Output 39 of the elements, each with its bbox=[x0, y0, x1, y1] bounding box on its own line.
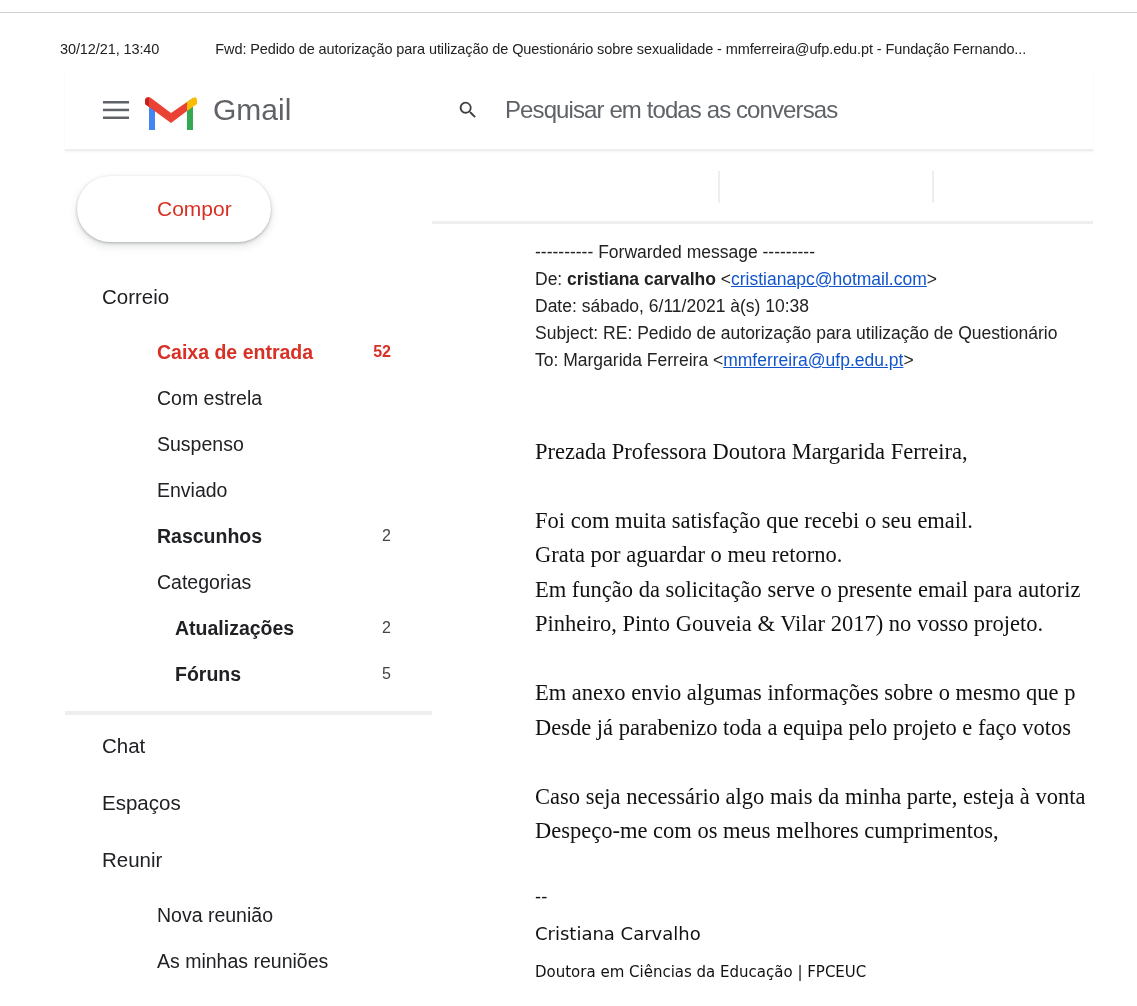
print-date: 30/12/21, 13:40 bbox=[60, 41, 160, 57]
header-field: Date: sábado, 6/11/2021 à(s) 10:38 bbox=[535, 293, 1093, 320]
sidebar-item[interactable]: Enviado bbox=[65, 467, 432, 513]
app-name: Gmail bbox=[213, 93, 292, 127]
sidebar-section-title[interactable]: Chat bbox=[65, 717, 432, 774]
compose-button[interactable]: Compor bbox=[77, 176, 271, 242]
sidebar-item[interactable]: Com estrela bbox=[65, 375, 432, 421]
sidebar-section-title[interactable]: Correio bbox=[65, 268, 432, 325]
sidebar-section-title[interactable]: Reunir bbox=[65, 831, 432, 888]
body-text: Em função da solicitação serve o presente email para autoriz bbox=[535, 575, 1082, 604]
header-field: Subject: RE: Pedido de autorização para utilização de Questionário bbox=[535, 320, 1093, 347]
body-text: Em anexo envio algumas informações sobre o mesmo que p bbox=[535, 679, 1077, 707]
header-field: De: cristiana carvalho <cristianapc@hotmail.com> bbox=[535, 266, 1093, 293]
signature-separator: -- bbox=[535, 884, 549, 908]
sidebar-item[interactable]: Caixa de entrada 52 bbox=[65, 329, 432, 375]
body-text: Pinheiro, Pinto Gouveia & Vilar 2017) no vosso projeto. bbox=[535, 610, 1045, 638]
body-text: Desde já parabenizo toda a equipa pelo projeto e faço votos bbox=[535, 713, 1073, 742]
forward-header: ---------- Forwarded message --------- bbox=[535, 241, 816, 264]
body-text: Caso seja necessário algo mais da minha parte, esteja à vonta bbox=[535, 782, 1087, 811]
body-text: Despeço-me com os meus melhores cumprimentos, bbox=[535, 817, 1000, 845]
body-text: Grata por aguardar o meu retorno. bbox=[535, 541, 844, 569]
search-icon[interactable] bbox=[457, 99, 479, 121]
sidebar-item[interactable]: Fóruns 5 bbox=[65, 651, 432, 697]
sidebar-item[interactable]: Atualizações 2 bbox=[65, 605, 432, 651]
body-text: Prezada Professora Doutora Margarida Ferreira, bbox=[535, 437, 969, 466]
sidebar-item[interactable]: Categorias bbox=[65, 559, 432, 605]
sidebar-item[interactable]: Nova reunião bbox=[65, 892, 432, 938]
body-text: Foi com muita satisfação que recebi o seu email. bbox=[535, 506, 974, 535]
sidebar-section-title[interactable]: Espaços bbox=[65, 774, 432, 831]
print-title: Fwd: Pedido de autorização para utilização de Questionário sobre sexualidade - mmferreira@ufp.edu.pt - Fundação Fernando... bbox=[215, 41, 1027, 57]
signature-title: Doutora em Ciências da Educação | FPCEUC bbox=[535, 961, 868, 983]
header-field: To: Margarida Ferreira <mmferreira@ufp.edu.pt> bbox=[535, 347, 1093, 374]
email-link[interactable]: cristianapc@hotmail.com bbox=[731, 269, 927, 289]
sidebar-item[interactable]: As minhas reuniões bbox=[65, 938, 432, 984]
sidebar-item[interactable]: Rascunhos 2 bbox=[65, 513, 432, 559]
sidebar-item[interactable]: Suspenso bbox=[65, 421, 432, 467]
email-link[interactable]: mmferreira@ufp.edu.pt bbox=[723, 350, 904, 370]
menu-icon[interactable] bbox=[103, 101, 129, 119]
signature-name: Cristiana Carvalho bbox=[535, 921, 702, 946]
